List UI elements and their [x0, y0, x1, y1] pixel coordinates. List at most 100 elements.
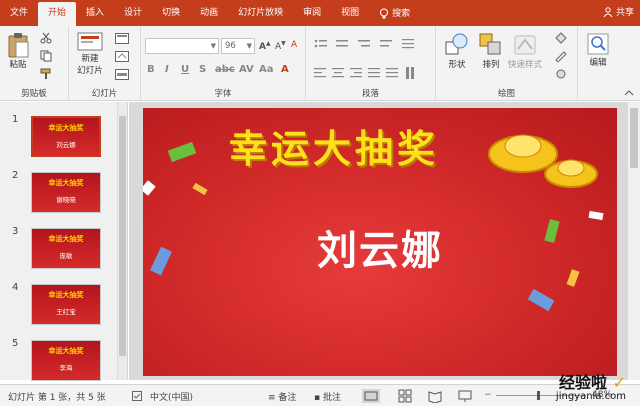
- tab-transitions[interactable]: 切换: [152, 2, 190, 26]
- fill-icon[interactable]: [554, 32, 568, 44]
- tab-insert[interactable]: 插入: [76, 2, 114, 26]
- editing-button[interactable]: 编辑: [586, 32, 610, 68]
- editor-scrollbar[interactable]: [627, 102, 640, 380]
- gold-ingot-icon: [488, 134, 598, 188]
- underline-icon[interactable]: U: [181, 64, 189, 75]
- quick-styles-button[interactable]: 快速样式: [508, 32, 542, 70]
- slide-number: 4: [12, 282, 19, 293]
- tab-view[interactable]: 视图: [331, 2, 369, 26]
- clear-format-icon[interactable]: A: [291, 40, 297, 50]
- share-button[interactable]: 共享: [603, 5, 634, 18]
- confetti: [167, 141, 197, 163]
- slide-thumbnail-5[interactable]: 幸运大抽奖 李海: [31, 340, 101, 381]
- align-icons[interactable]: [314, 66, 434, 80]
- shapes-button[interactable]: 形状: [444, 32, 470, 70]
- paste-button[interactable]: 粘贴: [6, 32, 30, 70]
- chevron-down-icon: ▼: [210, 42, 216, 50]
- new-slide-icon: [77, 32, 103, 51]
- watermark-text: 经验啦: [559, 373, 608, 392]
- slide-thumbnail-pane: 1 幸运大抽奖 刘云娜 2 幸运大抽奖 谢晓晓 3 幸运大抽奖 庞敏 4 幸运大…: [0, 102, 128, 381]
- scissors-icon[interactable]: [40, 32, 52, 44]
- shadow-icon[interactable]: S: [199, 64, 206, 75]
- watermark: 经验啦 ✓ jingyanla.com: [556, 374, 626, 402]
- paste-label: 粘贴: [9, 60, 27, 70]
- copy-icon[interactable]: [40, 50, 52, 62]
- slide-number: 3: [12, 226, 19, 237]
- ribbon-tab-bar: 文件 开始 插入 设计 切换 动画 幻灯片放映 审阅 视图 搜索 共享: [0, 0, 640, 26]
- zoom-minus[interactable]: −: [484, 390, 492, 400]
- watermark-check: ✓: [612, 373, 626, 392]
- tab-file[interactable]: 文件: [0, 2, 38, 26]
- bold-icon[interactable]: B: [147, 64, 155, 75]
- shrink-font-icon[interactable]: A▼: [275, 40, 286, 52]
- slide-title[interactable]: 幸运大抽奖: [229, 118, 439, 173]
- slides-group-label: 幻灯片: [91, 89, 118, 99]
- slide-counter: 幻灯片 第 1 张，共 5 张: [8, 393, 106, 403]
- notes-button[interactable]: ≡ 备注: [268, 390, 296, 403]
- font-size-value: 96: [225, 41, 236, 51]
- shapes-icon: [445, 33, 468, 55]
- quick-styles-icon: [514, 35, 536, 55]
- slideshow-icon[interactable]: [458, 389, 472, 403]
- thumbnail-scrollbar[interactable]: [117, 102, 127, 380]
- font-color-icon[interactable]: A: [281, 64, 289, 75]
- thumb-name: 李海: [59, 364, 73, 372]
- arrange-icon: [479, 33, 501, 55]
- paragraph-group-label: 段落: [361, 89, 379, 99]
- effects-icon[interactable]: [554, 68, 568, 80]
- slide-sorter-icon[interactable]: [398, 389, 412, 403]
- font-size-combo[interactable]: 96 ▼: [221, 38, 255, 54]
- slide-number: 1: [12, 114, 19, 125]
- tab-review[interactable]: 审阅: [293, 2, 331, 26]
- clipboard-icon: [8, 33, 29, 58]
- strikethrough-icon[interactable]: abc: [215, 64, 235, 75]
- comments-label: 批注: [322, 393, 341, 403]
- font-group-label: 字体: [214, 89, 232, 99]
- winner-name[interactable]: 刘云娜: [143, 218, 617, 276]
- zoom-slider-handle[interactable]: [537, 391, 540, 400]
- font-name-combo[interactable]: ▼: [145, 38, 219, 54]
- new-slide-button[interactable]: 新建 幻灯片: [77, 32, 103, 76]
- scrollbar-thumb[interactable]: [630, 108, 638, 168]
- section-icon[interactable]: [115, 69, 129, 80]
- reset-icon[interactable]: [115, 51, 129, 62]
- ribbon-home: 粘贴 剪贴板 新建 幻灯片 幻灯片 ▼ 96 ▼ A▲ A▼ A B I U S …: [0, 26, 640, 101]
- tell-me-label: 搜索: [392, 9, 411, 19]
- format-painter-icon[interactable]: [40, 68, 52, 80]
- change-case-icon[interactable]: Aa: [259, 64, 274, 75]
- clipboard-group-label: 剪贴板: [21, 89, 47, 99]
- normal-view-icon[interactable]: [362, 389, 380, 403]
- tab-design[interactable]: 设计: [114, 2, 152, 26]
- group-slides: 新建 幻灯片 幻灯片: [69, 26, 141, 101]
- tab-home[interactable]: 开始: [38, 2, 77, 26]
- group-paragraph: 段落: [306, 26, 436, 101]
- outline-icon[interactable]: [554, 50, 568, 62]
- collapse-ribbon-icon[interactable]: [624, 90, 634, 96]
- slide-thumbnail-1[interactable]: 幸运大抽奖 刘云娜: [31, 116, 101, 157]
- italic-icon[interactable]: I: [165, 64, 169, 75]
- confetti: [527, 288, 555, 312]
- grow-font-icon[interactable]: A▲: [259, 40, 271, 52]
- person-icon: [603, 6, 613, 17]
- char-spacing-icon[interactable]: AV: [239, 64, 254, 75]
- bullets-icon[interactable]: [314, 38, 424, 52]
- reading-view-icon[interactable]: [428, 389, 442, 403]
- slide-thumbnail-3[interactable]: 幸运大抽奖 庞敏: [31, 228, 101, 269]
- layout-icon[interactable]: [115, 33, 129, 44]
- scrollbar-thumb[interactable]: [119, 116, 126, 356]
- tab-slideshow[interactable]: 幻灯片放映: [228, 2, 293, 26]
- tab-animations[interactable]: 动画: [190, 2, 228, 26]
- language-indicator[interactable]: 中文(中国): [150, 390, 193, 403]
- thumb-title: 幸运大抽奖: [48, 347, 84, 355]
- current-slide[interactable]: 幸运大抽奖 刘云娜: [143, 108, 617, 376]
- lightbulb-icon: [380, 8, 389, 19]
- arrange-button[interactable]: 排列: [478, 32, 504, 70]
- group-drawing: 形状 排列 快速样式 绘图: [436, 26, 578, 101]
- slide-thumbnail-2[interactable]: 幸运大抽奖 谢晓晓: [31, 172, 101, 213]
- slide-number: 2: [12, 170, 19, 181]
- comments-button[interactable]: ▪ 批注: [314, 390, 341, 403]
- accessibility-icon[interactable]: [132, 391, 142, 401]
- tell-me-search[interactable]: 搜索: [369, 2, 420, 26]
- slide-thumbnail-4[interactable]: 幸运大抽奖 王红宝: [31, 284, 101, 325]
- thumb-title: 幸运大抽奖: [48, 291, 84, 299]
